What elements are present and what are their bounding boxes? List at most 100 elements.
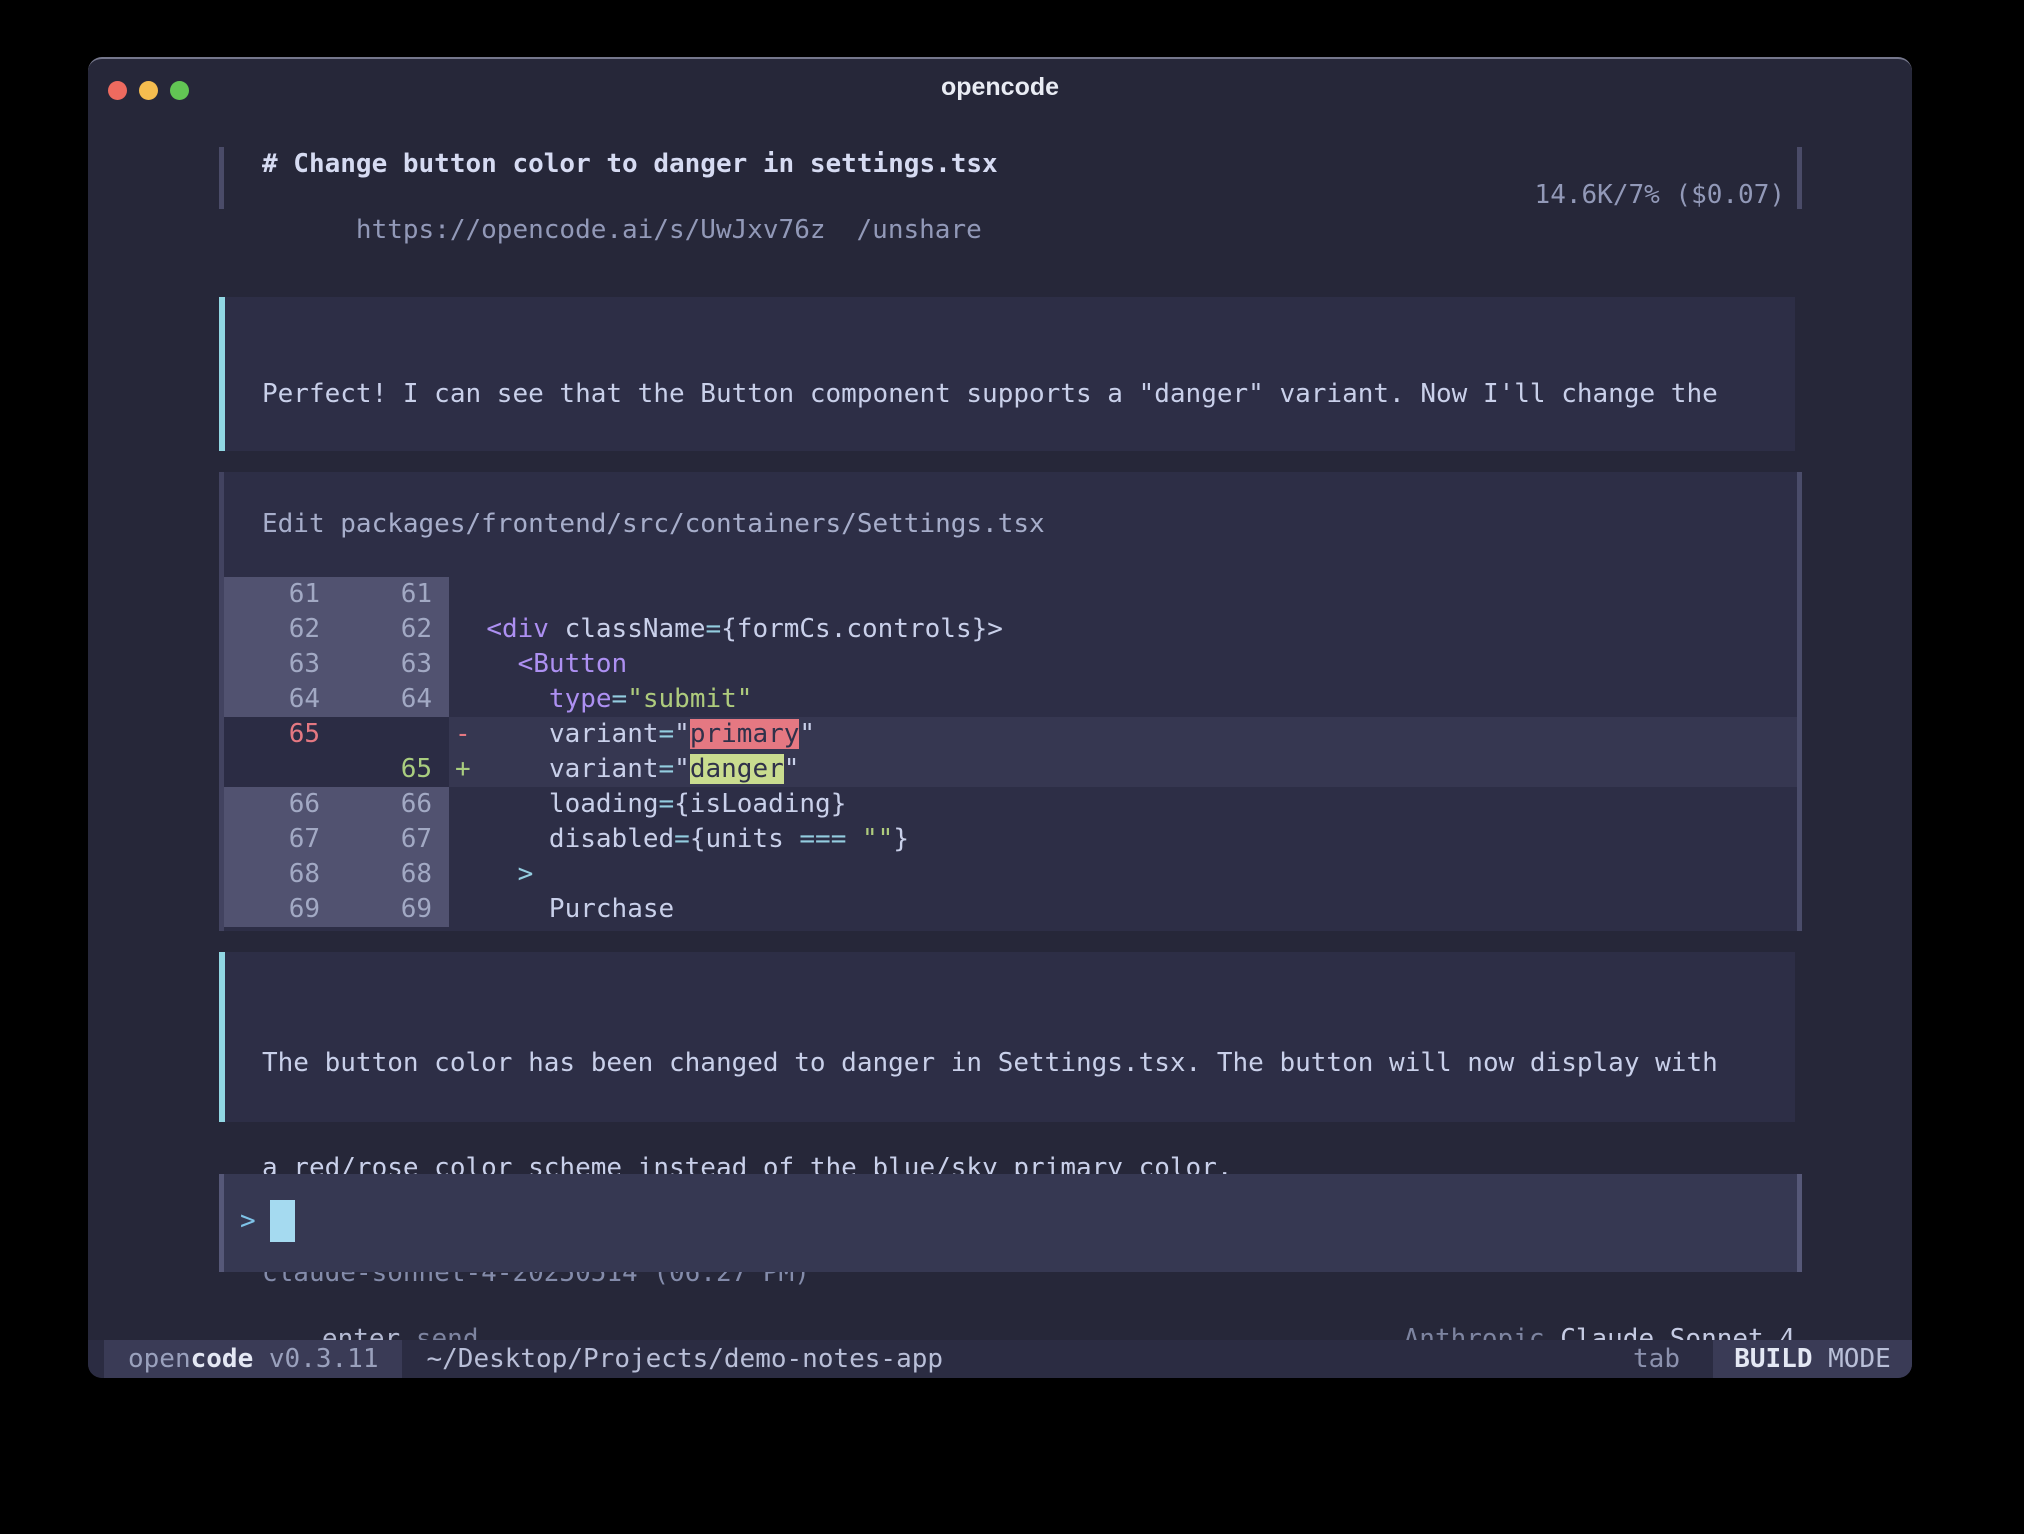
diff-row: 6262 <div className={formCs.controls}> [224,612,1797,647]
code-token: = [705,614,721,644]
share-url-link[interactable]: https://opencode.ai/s/UwJxv76z [356,215,826,245]
app-version: v0.3.11 [253,1342,378,1377]
code-line: disabled={units === ""} [449,822,1797,857]
line-number-gutter: 65 [224,752,449,787]
code-token: className [549,614,706,644]
code-line: Purchase [449,892,1797,927]
diff-row: 6363 <Button [224,647,1797,682]
mode-label-bold: BUILD [1734,1342,1812,1377]
code-token: " [674,754,690,784]
code-line: <Button [449,647,1797,682]
diff-row: 6666 loading={isLoading} [224,787,1797,822]
code-diff: 61616262 <div className={formCs.controls… [224,577,1797,927]
assistant-message: The button color has been changed to dan… [219,952,1795,1122]
message-text-line: Perfect! I can see that the Button compo… [262,377,1775,412]
code-line: - variant="primary" [449,717,1797,752]
line-number-new: 66 [320,787,432,822]
code-token [471,754,549,784]
code-token [455,684,549,714]
line-number-old: 69 [224,892,320,927]
diff-row: 6464 type="submit" [224,682,1797,717]
line-number-old: 65 [224,717,320,752]
code-line: <div className={formCs.controls}> [449,612,1797,647]
mode-badge: BUILD MODE [1713,1340,1912,1378]
text-cursor [270,1200,295,1242]
line-number-new: 64 [320,682,432,717]
code-token: disabled [549,824,674,854]
code-token [455,894,549,924]
diff-row: 6767 disabled={units === ""} [224,822,1797,857]
code-token: > [518,859,534,889]
session-header: # Change button color to danger in setti… [219,147,1802,209]
session-title: # Change button color to danger in setti… [262,147,998,182]
unshare-command[interactable]: /unshare [857,215,982,245]
code-token: <div [486,614,549,644]
code-token [455,649,518,679]
code-token: "" [862,824,893,854]
code-token [846,824,862,854]
session-subtitle: https://opencode.ai/s/UwJxv76z/unshare [262,178,982,283]
file-edit-tool-block: Edit packages/frontend/src/containers/Se… [219,472,1802,931]
code-token: === [799,824,846,854]
line-number-new: 62 [320,612,432,647]
code-token: = [659,719,675,749]
code-token: type [549,684,612,714]
code-token: } [893,824,909,854]
code-line [449,577,1797,612]
diff-row: 6868 > [224,857,1797,892]
code-line: + variant="danger" [449,752,1797,787]
window-title: opencode [88,73,1912,102]
line-number-new: 65 [320,752,432,787]
diff-row: 6161 [224,577,1797,612]
code-token: danger [690,754,784,784]
line-number-gutter: 6262 [224,612,449,647]
line-number-gutter: 65 [224,717,449,752]
message-text-line: The button color has been changed to dan… [262,1046,1775,1081]
token-usage-stats: 14.6K/7% ($0.07) [1535,178,1785,213]
code-token: <Button [518,649,628,679]
code-token: " [784,754,800,784]
line-number-old: 66 [224,787,320,822]
line-number-new: 61 [320,577,432,612]
code-token: + [455,754,471,784]
line-number-old: 67 [224,822,320,857]
working-directory: ~/Desktop/Projects/demo-notes-app [426,1342,943,1377]
line-number-gutter: 6464 [224,682,449,717]
line-number-gutter: 6161 [224,577,449,612]
code-token [455,859,518,889]
code-token: Purchase [549,894,674,924]
line-number-gutter: 6969 [224,892,449,927]
line-number-new: 69 [320,892,432,927]
prompt-input[interactable]: > [219,1174,1802,1272]
line-number-old: 62 [224,612,320,647]
code-token: {units [690,824,800,854]
code-token: loading [549,789,659,819]
code-token: "submit" [627,684,752,714]
code-token: = [659,789,675,819]
code-token: " [674,719,690,749]
mode-label: MODE [1813,1342,1891,1377]
code-token [455,789,549,819]
diff-row: 65 + variant="danger" [224,752,1797,787]
code-token: = [674,824,690,854]
line-number-gutter: 6363 [224,647,449,682]
assistant-message: Perfect! I can see that the Button compo… [219,297,1795,451]
line-number-old: 61 [224,577,320,612]
code-token: = [659,754,675,784]
line-number-new: 63 [320,647,432,682]
code-token: primary [690,719,800,749]
line-number-new: 67 [320,822,432,857]
line-number-old [224,752,320,787]
app-version-badge: opencode v0.3.11 [104,1340,402,1378]
app-name-open: open [128,1342,191,1377]
line-number-old: 68 [224,857,320,892]
line-number-gutter: 6666 [224,787,449,822]
code-token: = [612,684,628,714]
diff-row: 65 - variant="primary" [224,717,1797,752]
line-number-old: 63 [224,647,320,682]
status-bar: opencode v0.3.11 ~/Desktop/Projects/demo… [88,1340,1912,1378]
code-token: variant [549,719,659,749]
code-token [455,824,549,854]
tab-keybind-hint[interactable]: tab [1633,1342,1680,1377]
code-token [471,719,549,749]
